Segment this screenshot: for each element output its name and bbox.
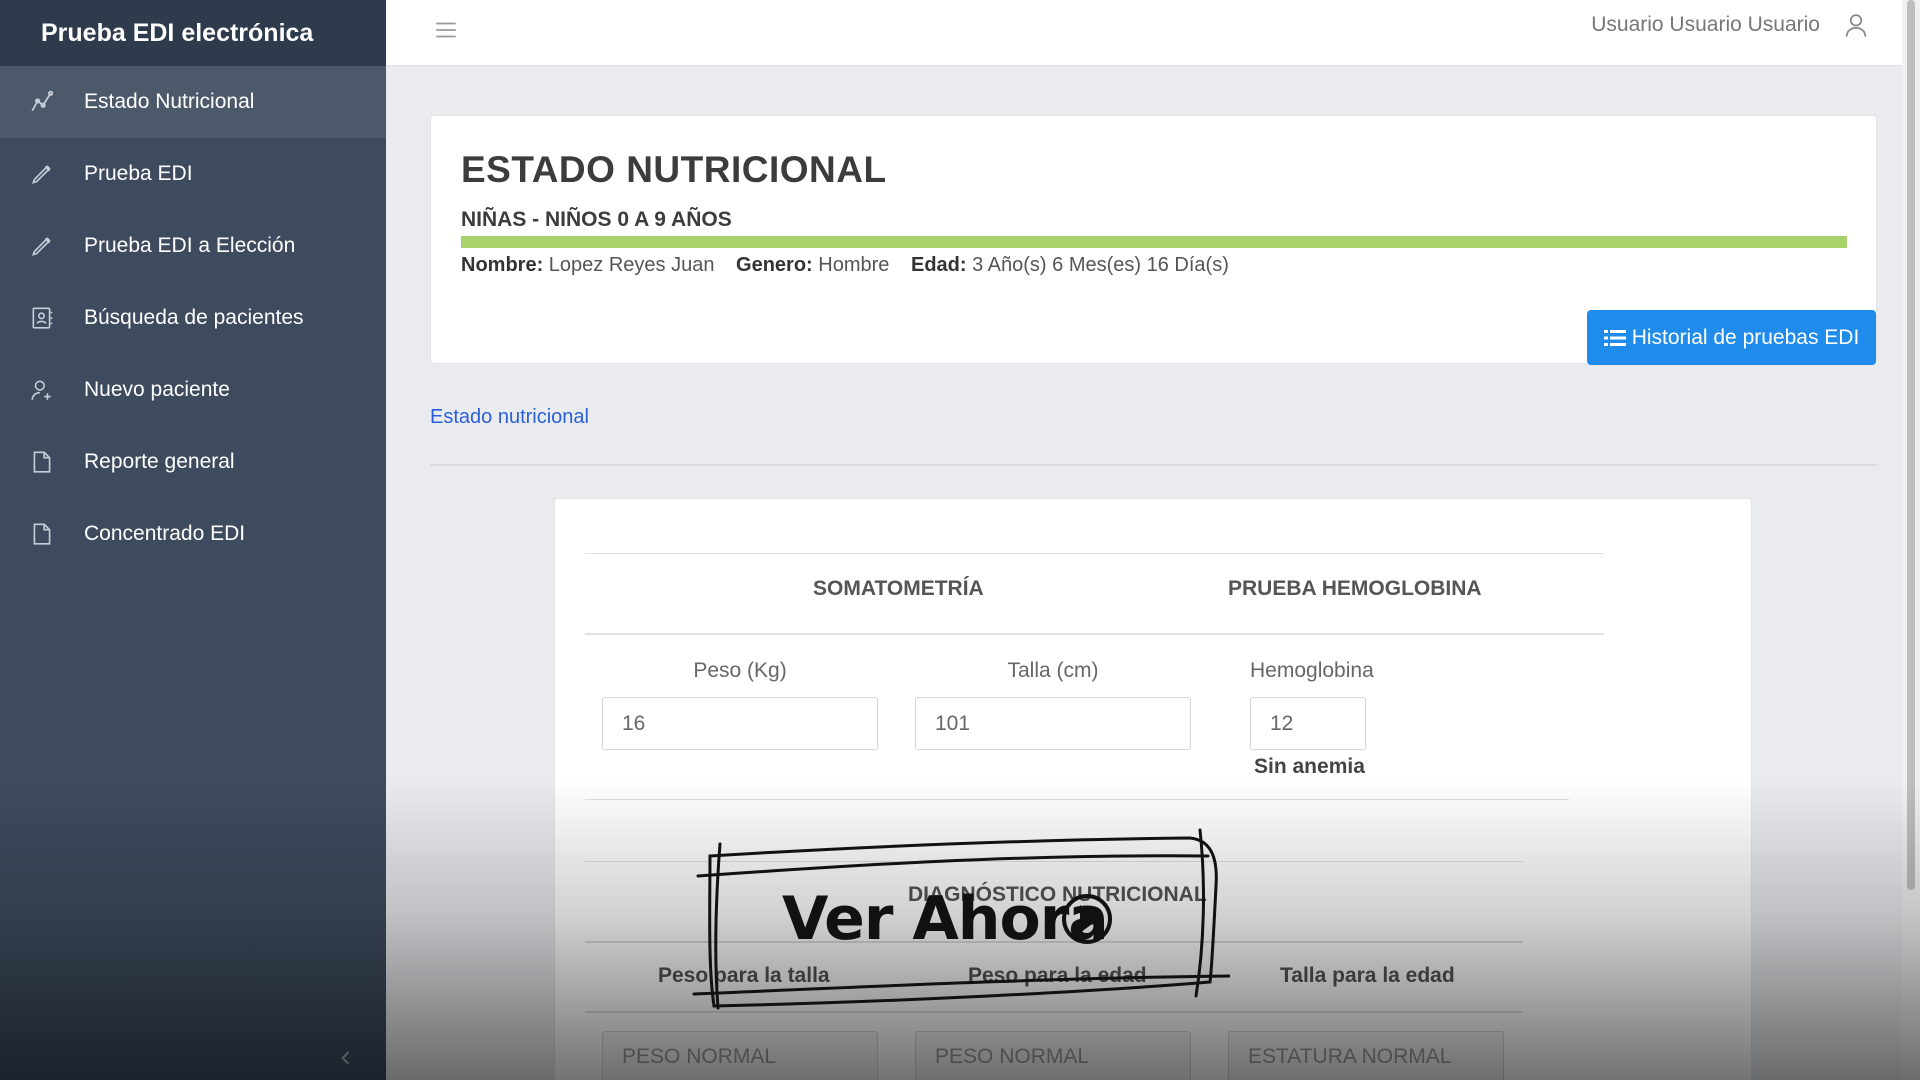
topbar: Usuario Usuario Usuario bbox=[386, 0, 1920, 66]
tab-somatometria[interactable]: SOMATOMETRÍA bbox=[813, 577, 984, 601]
patient-age: 3 Año(s) 6 Mes(es) 16 Día(s) bbox=[972, 254, 1229, 276]
list-icon bbox=[1603, 329, 1626, 346]
chart-line-icon bbox=[29, 89, 55, 115]
ver-ahora-button[interactable]: Ver Ahora bbox=[690, 826, 1230, 1016]
add-user-icon bbox=[29, 377, 55, 403]
hemoglobina-input[interactable] bbox=[1250, 697, 1366, 750]
patient-header-card: ESTADO NUTRICIONAL NIÑAS - NIÑOS 0 A 9 A… bbox=[430, 115, 1877, 365]
sidebar-item-prueba-edi[interactable]: Prueba EDI bbox=[0, 138, 386, 210]
sidebar-item-label: Prueba EDI bbox=[84, 162, 193, 185]
page-scrollbar[interactable] bbox=[1902, 0, 1920, 1080]
history-button[interactable]: Historial de pruebas EDI bbox=[1587, 310, 1876, 365]
user-icon[interactable] bbox=[1842, 11, 1870, 39]
chevron-left-icon[interactable] bbox=[334, 1046, 358, 1070]
breadcrumb-link[interactable]: Estado nutricional bbox=[430, 406, 589, 429]
sidebar-item-concentrado-edi[interactable]: Concentrado EDI bbox=[0, 498, 386, 570]
peso-label: Peso (Kg) bbox=[693, 659, 787, 682]
sidebar-item-label: Nuevo paciente bbox=[84, 378, 230, 401]
sidebar-item-label: Prueba EDI a Elección bbox=[84, 234, 296, 257]
sidebar-item-reporte-general[interactable]: Reporte general bbox=[0, 426, 386, 498]
anemia-status: Sin anemia bbox=[1254, 755, 1365, 778]
talla-edad-label: Talla para la edad bbox=[1280, 964, 1455, 987]
address-book-icon bbox=[29, 305, 55, 331]
file-icon bbox=[29, 449, 55, 475]
patient-name: Lopez Reyes Juan bbox=[548, 254, 715, 276]
peso-input[interactable] bbox=[602, 697, 878, 750]
peso-edad-result bbox=[915, 1031, 1191, 1080]
sidebar-item-label: Estado Nutricional bbox=[84, 90, 255, 113]
sidebar-item-prueba-edi-eleccion[interactable]: Prueba EDI a Elección bbox=[0, 210, 386, 282]
scrollbar-thumb[interactable] bbox=[1907, 0, 1915, 890]
app-brand: Prueba EDI electrónica bbox=[0, 0, 386, 66]
divider bbox=[585, 553, 1604, 554]
tab-prueba-hemoglobina[interactable]: PRUEBA HEMOGLOBINA bbox=[1228, 577, 1482, 601]
sidebar-item-label: Reporte general bbox=[84, 450, 235, 473]
user-name[interactable]: Usuario Usuario Usuario bbox=[1591, 13, 1820, 37]
peso-talla-result bbox=[602, 1031, 878, 1080]
sidebar-item-nuevo-paciente[interactable]: Nuevo paciente bbox=[0, 354, 386, 426]
talla-label: Talla (cm) bbox=[1007, 659, 1099, 682]
history-button-label: Historial de pruebas EDI bbox=[1631, 325, 1860, 349]
play-icon bbox=[1062, 894, 1112, 944]
page-title: ESTADO NUTRICIONAL bbox=[461, 149, 887, 190]
sidebar-item-label: Concentrado EDI bbox=[84, 522, 246, 545]
page-subtitle: NIÑAS - NIÑOS 0 A 9 AÑOS bbox=[461, 208, 732, 231]
sidebar-nav: Estado Nutricional Prueba EDI Prueba EDI… bbox=[0, 66, 386, 570]
ver-ahora-label: Ver Ahora bbox=[782, 884, 1109, 954]
patient-gender: Hombre bbox=[818, 254, 890, 276]
talla-input[interactable] bbox=[915, 697, 1191, 750]
name-label: Nombre: bbox=[461, 254, 544, 276]
divider bbox=[585, 799, 1569, 800]
hemoglobina-label: Hemoglobina bbox=[1250, 659, 1374, 682]
pencil-icon bbox=[29, 161, 55, 187]
sidebar-item-estado-nutricional[interactable]: Estado Nutricional bbox=[0, 66, 386, 138]
sidebar-item-label: Búsqueda de pacientes bbox=[84, 306, 304, 329]
age-label: Edad: bbox=[910, 254, 967, 276]
gender-label: Genero: bbox=[736, 254, 813, 276]
divider bbox=[430, 464, 1877, 466]
accent-bar bbox=[461, 236, 1847, 248]
hamburger-menu-icon[interactable] bbox=[432, 16, 460, 44]
tab-underline bbox=[585, 633, 1604, 635]
file-icon bbox=[29, 521, 55, 547]
talla-edad-result bbox=[1228, 1031, 1504, 1080]
pencil-icon bbox=[29, 233, 55, 259]
patient-info: Nombre: Lopez Reyes Juan Genero: Hombre … bbox=[461, 254, 1245, 277]
sidebar: Prueba EDI electrónica Estado Nutriciona… bbox=[0, 0, 386, 1080]
sidebar-item-busqueda-pacientes[interactable]: Búsqueda de pacientes bbox=[0, 282, 386, 354]
